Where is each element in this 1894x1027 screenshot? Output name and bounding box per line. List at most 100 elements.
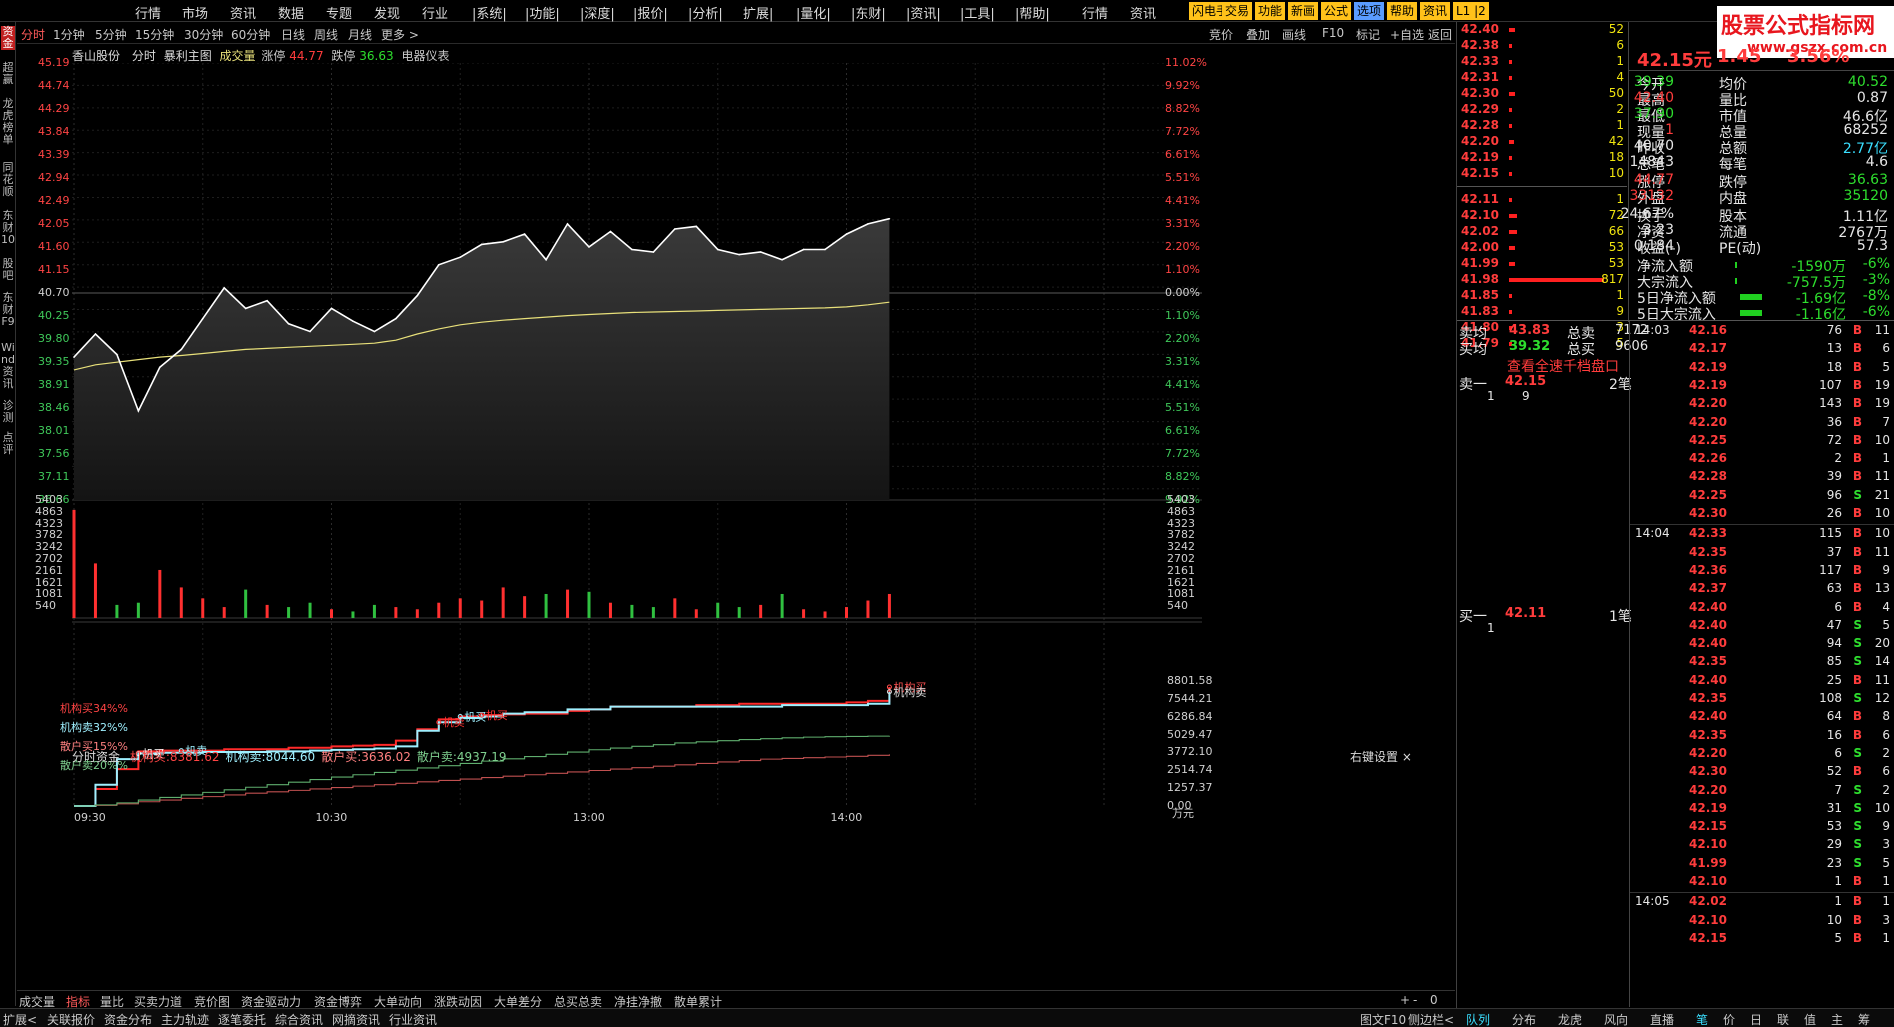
menu-item[interactable]: 市场	[182, 3, 208, 22]
leftbar-item[interactable]: 超赢	[1, 62, 15, 86]
volume-bar	[93, 563, 97, 618]
tick-price: 42.20	[1689, 782, 1727, 797]
leftbar-item[interactable]: 龙虎榜单	[1, 98, 15, 146]
toolbar-button[interactable]: 标记	[1356, 26, 1380, 43]
period-tab[interactable]: 周线	[314, 26, 338, 43]
period-tab[interactable]: 更多 >	[381, 26, 419, 43]
quick-button[interactable]: 资讯	[1420, 2, 1451, 20]
quick-button[interactable]: 功能	[1255, 2, 1286, 20]
sector-label[interactable]: 电器仪表	[401, 49, 449, 63]
leftbar-item[interactable]: 同花顺	[1, 162, 15, 198]
menu-item[interactable]: |系统|	[472, 3, 507, 22]
period-tab[interactable]: 60分钟	[231, 26, 270, 43]
quick-button[interactable]: 交易	[1222, 2, 1253, 20]
flow-value: 8381.62	[169, 750, 220, 764]
quick-button[interactable]: 公式	[1321, 2, 1352, 20]
right-tab[interactable]: 联	[1777, 1011, 1789, 1027]
stock-name[interactable]: 香山股份	[72, 49, 120, 63]
status-right-link[interactable]: 图文F10	[1360, 1011, 1406, 1027]
status-link[interactable]: 扩展<	[3, 1011, 37, 1027]
quick-button[interactable]: 选项	[1354, 2, 1385, 20]
right-tab[interactable]: 值	[1804, 1011, 1816, 1027]
zoom-plus-icon[interactable]: +	[1400, 993, 1410, 1007]
flow-settings[interactable]: 右键设置 ×	[1350, 748, 1412, 765]
menu-item[interactable]: 行情	[1082, 3, 1108, 22]
menu-item[interactable]: |报价|	[633, 3, 668, 22]
leftbar-item[interactable]: 股吧	[1, 258, 15, 282]
indicator-name[interactable]: 暴利主图	[164, 49, 212, 63]
toolbar-button[interactable]: 返回	[1428, 26, 1452, 43]
close-icon[interactable]: ×	[1402, 750, 1412, 764]
leftbar-item[interactable]: Wind资讯	[1, 342, 15, 390]
status-right-link[interactable]: 侧边栏<	[1408, 1011, 1454, 1027]
menu-item[interactable]: 扩展|	[743, 3, 773, 22]
status-link[interactable]: 网摘资讯	[332, 1011, 380, 1027]
menu-item[interactable]: |深度|	[580, 3, 615, 22]
toolbar-button[interactable]: 画线	[1282, 26, 1306, 43]
intraday-chart[interactable]: 机买机卖机卖机买机构买机构卖机买×	[72, 63, 1402, 988]
menu-item[interactable]: |量化|	[796, 3, 831, 22]
tick-volume: 13	[1826, 341, 1842, 356]
status-link[interactable]: 逐笔委托	[218, 1011, 266, 1027]
bid-volume: 53	[1608, 256, 1624, 270]
toolbar-button[interactable]: +自选	[1390, 26, 1424, 43]
right-tab[interactable]: 队列	[1466, 1011, 1490, 1027]
leftbar-item[interactable]: 资金	[1, 26, 15, 50]
leftbar-item[interactable]: 东财F9	[1, 292, 15, 328]
zoom-minus-icon[interactable]: -	[1413, 993, 1417, 1007]
menu-item[interactable]: |东财|	[851, 3, 886, 22]
status-link[interactable]: 综合资讯	[275, 1011, 323, 1027]
menu-item[interactable]: |分析|	[688, 3, 723, 22]
tick-price: 42.28	[1689, 469, 1727, 484]
right-tab[interactable]: 风向	[1604, 1011, 1628, 1027]
tick-price: 41.99	[1689, 855, 1727, 870]
menu-item[interactable]: 专题	[326, 3, 352, 22]
period-tab[interactable]: 30分钟	[184, 26, 223, 43]
tick-price: 42.35	[1689, 691, 1727, 705]
quick-button[interactable]: 帮助	[1387, 2, 1418, 20]
right-tab[interactable]: 价	[1723, 1011, 1735, 1027]
menu-item[interactable]: |帮助|	[1015, 3, 1050, 22]
menu-item[interactable]: |工具|	[960, 3, 995, 22]
status-link[interactable]: 关联报价	[47, 1011, 95, 1027]
leftbar-item[interactable]: 东财10	[1, 210, 15, 246]
volume-label: 成交量	[219, 49, 256, 63]
quick-button[interactable]: 新画	[1288, 2, 1319, 20]
right-tab[interactable]: 分布	[1512, 1011, 1536, 1027]
tick-volume: 1	[1834, 874, 1842, 888]
period-tab[interactable]: 月线	[348, 26, 372, 43]
right-tab[interactable]: 龙虎	[1558, 1011, 1582, 1027]
menu-item[interactable]: 行业	[422, 3, 448, 22]
status-link[interactable]: 行业资讯	[389, 1011, 437, 1027]
full-depth-link[interactable]: 查看全速千档盘口	[1507, 356, 1619, 376]
menu-item[interactable]: 发现	[374, 3, 400, 22]
leftbar-item[interactable]: 点评	[1, 432, 15, 456]
right-tab[interactable]: 笔	[1696, 1011, 1708, 1027]
period-tab[interactable]: 15分钟	[135, 26, 174, 43]
period-tab[interactable]: 日线	[281, 26, 305, 43]
status-link[interactable]: 资金分布	[104, 1011, 152, 1027]
right-tab[interactable]: 日	[1750, 1011, 1762, 1027]
volume-bar	[608, 602, 612, 618]
right-tab[interactable]: 筹	[1858, 1011, 1870, 1027]
quick-button[interactable]: L1 |2	[1453, 2, 1489, 20]
toolbar-button[interactable]: 竞价	[1209, 26, 1233, 43]
zoom-reset[interactable]: 0	[1430, 993, 1438, 1007]
status-link[interactable]: 主力轨迹	[161, 1011, 209, 1027]
toolbar-button[interactable]: F10	[1322, 26, 1344, 40]
tick-time: 14:03	[1635, 323, 1670, 337]
menu-item[interactable]: |资讯|	[906, 3, 941, 22]
menu-item[interactable]: 资讯	[1130, 3, 1156, 22]
tick-count: 19	[1874, 396, 1890, 411]
menu-item[interactable]: 资讯	[230, 3, 256, 22]
leftbar-item[interactable]: 诊测	[1, 400, 15, 424]
period-tab[interactable]: 1分钟	[53, 26, 85, 43]
right-tab[interactable]: 直播	[1650, 1011, 1674, 1027]
menu-item[interactable]: |功能|	[525, 3, 560, 22]
period-tab[interactable]: 分时	[21, 26, 45, 43]
period-tab[interactable]: 5分钟	[95, 26, 127, 43]
menu-item[interactable]: 数据	[278, 3, 304, 22]
toolbar-button[interactable]: 叠加	[1246, 26, 1270, 43]
menu-item[interactable]: 行情	[135, 3, 161, 22]
right-tab[interactable]: 主	[1831, 1011, 1843, 1027]
